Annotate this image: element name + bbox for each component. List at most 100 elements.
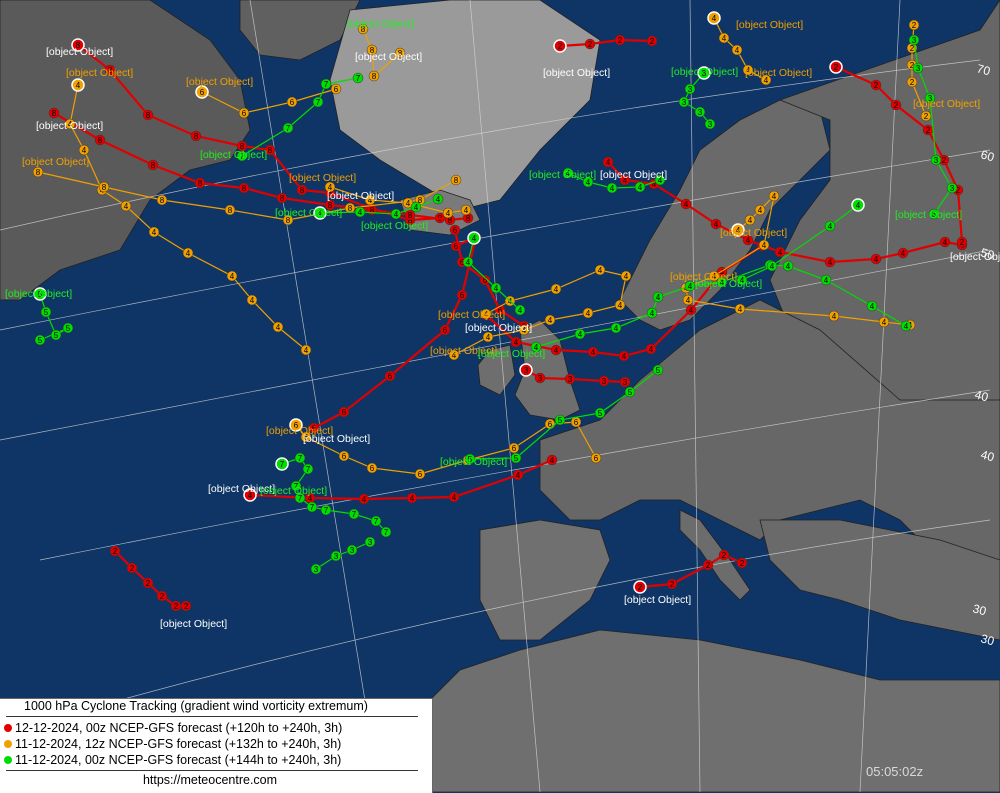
track-point-number: 4	[686, 296, 691, 305]
track-point-number: 4	[394, 210, 399, 219]
track-label: [object Object]	[895, 209, 962, 221]
track-point-number: 7	[356, 74, 361, 83]
track-point-number: 5	[558, 416, 563, 425]
track-point-number: 3	[524, 366, 529, 375]
track-point-number: 4	[304, 346, 309, 355]
track-point-number: 4	[649, 345, 654, 354]
track-label: [object Object]	[624, 594, 691, 606]
track-label: [object Object]	[465, 322, 532, 334]
track-point-number: 4	[548, 316, 553, 325]
track-point-number: 4	[828, 258, 833, 267]
track-point-number: 8	[466, 214, 471, 223]
track-point-number: 7	[280, 460, 285, 469]
track-point-number: 6	[443, 326, 448, 335]
track-point-number: 8	[198, 179, 203, 188]
track-point-number: 6	[594, 454, 599, 463]
track-point-number: 3	[688, 85, 693, 94]
track-point-number: 4	[712, 14, 717, 23]
track-point-number: 6	[418, 470, 423, 479]
track-point-number: 4	[735, 46, 740, 55]
track-point-number: 4	[618, 301, 623, 310]
track-point-number: 7	[384, 528, 389, 537]
track-point-number: 2	[146, 579, 151, 588]
track-point-number: 4	[638, 183, 643, 192]
track-point-number: 7	[324, 506, 329, 515]
track-point-number: 4	[494, 284, 499, 293]
track-point-number: 6	[342, 408, 347, 417]
track-point-number: 8	[102, 183, 107, 192]
track-point-number: 4	[786, 262, 791, 271]
track-point-number: 2	[722, 551, 727, 560]
track-point-number: 4	[230, 272, 235, 281]
track-label: [object Object]	[327, 190, 394, 202]
track-point-number: 7	[298, 454, 303, 463]
track-point-number: 8	[228, 206, 233, 215]
track-point-number: 5	[66, 324, 71, 333]
track-point-number: 4	[610, 184, 615, 193]
track-point-number: 6	[370, 464, 375, 473]
track-point-number: 4	[832, 312, 837, 321]
track-point-number: 4	[152, 228, 157, 237]
timestamp: 05:05:02z	[866, 764, 924, 779]
track-point-number: 3	[950, 184, 955, 193]
legend-box: 1000 hPa Cyclone Tracking (gradient wind…	[0, 698, 433, 793]
track-point-number: 2	[618, 36, 623, 45]
track-point-number: 2	[130, 564, 135, 573]
track-point-number: 4	[689, 306, 694, 315]
track-point-number: 2	[638, 583, 643, 592]
track-point-number: 4	[124, 202, 129, 211]
track-point-number: 4	[943, 238, 948, 247]
track-point-number: 8	[280, 194, 285, 203]
track-point-number: 4	[738, 305, 743, 314]
track-point-number: 2	[912, 21, 917, 30]
track-label: [object Object]	[736, 19, 803, 31]
track-point-number: 2	[113, 547, 118, 556]
track-label: [object Object]	[22, 156, 89, 168]
track-label: [object Object]	[36, 120, 103, 132]
track-point-number: 3	[368, 538, 373, 547]
track-point-number: 4	[770, 262, 775, 271]
track-point-number: 4	[622, 352, 627, 361]
track-point-number: 5	[514, 454, 519, 463]
track-label: [object Object]	[438, 309, 505, 321]
track-point-number: 8	[242, 184, 247, 193]
track-point-number: 4	[904, 322, 909, 331]
track-point-number: 6	[290, 98, 295, 107]
track-point-number: 2	[174, 602, 179, 611]
track-point-number: 4	[466, 258, 471, 267]
track-point-number: 2	[834, 63, 839, 72]
track-point-number: 4	[598, 266, 603, 275]
orange-dot-icon	[4, 740, 12, 748]
track-point-number: 4	[464, 206, 469, 215]
legend-divider	[6, 716, 418, 717]
track-label: [object Object]	[260, 485, 327, 497]
legend-entry: 12-12-2024, 00z NCEP-GFS forecast (+120h…	[4, 721, 342, 736]
source-link[interactable]: https://meteocentre.com	[0, 773, 420, 787]
track-point-number: 4	[250, 296, 255, 305]
track-point-number: 4	[856, 201, 861, 210]
track-label: [object Object]	[950, 251, 1000, 263]
track-point-number: 3	[916, 64, 921, 73]
track-point-number: 4	[486, 333, 491, 342]
track-point-number: 4	[882, 318, 887, 327]
track-point-number: 5	[54, 331, 59, 340]
track-point-number: 2	[924, 112, 929, 121]
track-point-number: 4	[748, 216, 753, 225]
track-point-number: 2	[558, 42, 563, 51]
track-point-number: 4	[406, 199, 411, 208]
track-point-number: 6	[460, 291, 465, 300]
track-point-number: 3	[568, 375, 573, 384]
track-point-number: 4	[554, 346, 559, 355]
track-point-number: 2	[160, 592, 165, 601]
track-point-number: 3	[912, 36, 917, 45]
track-point-number: 7	[286, 124, 291, 133]
track-point-number: 2	[910, 44, 915, 53]
track-point-number: 4	[722, 34, 727, 43]
track-point-number: 7	[374, 517, 379, 526]
track-point-number: 5	[656, 366, 661, 375]
track-point-number: 2	[960, 238, 965, 247]
track-point-number: 7	[316, 98, 321, 107]
track-point-number: 5	[44, 308, 49, 317]
track-label: [object Object]	[355, 51, 422, 63]
track-point-number: 8	[268, 146, 273, 155]
